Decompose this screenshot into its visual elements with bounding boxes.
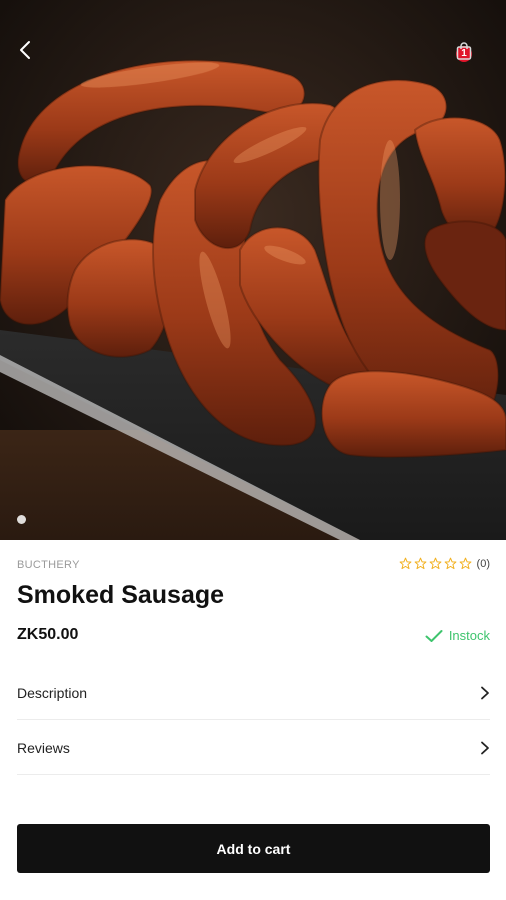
chevron-right-icon (481, 741, 489, 754)
review-count: (0) (476, 557, 490, 570)
shopping-bag-icon (456, 42, 472, 60)
product-rating[interactable]: (0) (399, 557, 490, 570)
product-price: ZK50.00 (17, 626, 79, 643)
star-outline-icon (459, 557, 471, 570)
checkmark-icon (425, 629, 443, 642)
stock-status: Instock (425, 628, 490, 643)
product-photo (0, 0, 506, 540)
chevron-right-icon (481, 686, 489, 699)
reviews-label: Reviews (17, 739, 70, 756)
star-outline-icon (429, 557, 441, 570)
description-label: Description (17, 684, 88, 701)
star-outline-icon (414, 557, 426, 570)
product-category: BUCTHERY (17, 559, 80, 571)
description-row[interactable]: Description (17, 666, 490, 720)
star-outline-icon (399, 557, 411, 570)
star-outline-icon (444, 557, 456, 570)
back-button[interactable] (18, 40, 46, 72)
carousel-pagination (17, 515, 26, 524)
product-image-carousel[interactable]: 1 (0, 0, 506, 540)
carousel-dot-active[interactable] (17, 515, 26, 524)
chevron-left-icon (20, 41, 30, 59)
add-to-cart-button[interactable]: Add to cart (17, 824, 490, 873)
product-title: Smoked Sausage (17, 581, 225, 609)
reviews-row[interactable]: Reviews (17, 721, 490, 775)
cart-button[interactable]: 1 (456, 42, 492, 72)
stock-status-label: Instock (448, 628, 490, 643)
